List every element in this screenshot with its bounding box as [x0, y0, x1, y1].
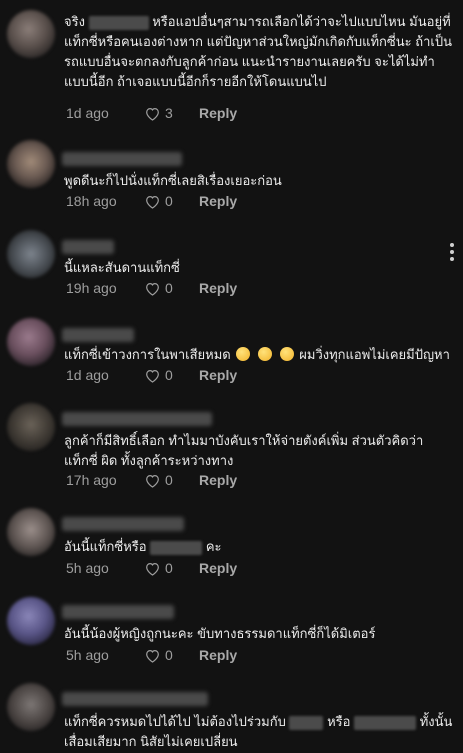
- like-count: 0: [165, 367, 173, 383]
- reply-button[interactable]: Reply: [199, 105, 237, 121]
- like-count: 0: [165, 647, 173, 663]
- like-button[interactable]: 0: [144, 560, 199, 576]
- heart-outline-icon: [146, 562, 159, 576]
- comment-meta: 1d ago 3 Reply: [66, 103, 237, 123]
- face-with-rolling-eyes-icon: [258, 347, 273, 361]
- like-count: 0: [165, 560, 173, 576]
- like-count: 3: [165, 105, 173, 121]
- comment-text: อันนี้น้องผู้หญิงถูกนะคะ ขับทางธรรมดาแท็…: [64, 626, 376, 641]
- like-button[interactable]: 0: [144, 472, 199, 488]
- heart-outline-icon: [146, 282, 159, 296]
- face-with-rolling-eyes-icon: [279, 347, 294, 361]
- avatar[interactable]: [7, 683, 55, 731]
- timestamp: 19h ago: [66, 280, 117, 296]
- timestamp: 18h ago: [66, 193, 117, 209]
- username[interactable]: [62, 412, 212, 426]
- avatar[interactable]: [7, 318, 55, 366]
- reply-button[interactable]: Reply: [199, 647, 237, 663]
- timestamp: 1d ago: [66, 105, 109, 121]
- comment-meta: 5h ago 0 Reply: [66, 645, 237, 665]
- comment-text: แท็กซี่เข้าวงการในพาเสียหมด ผมวิ่งทุกแอพ…: [64, 347, 450, 362]
- like-count: 0: [165, 472, 173, 488]
- comment-text: พูดดีนะก็ไปนั่งแท็กซี่เลยสิเรื่องเยอะก่อ…: [64, 173, 282, 188]
- username[interactable]: [62, 605, 174, 619]
- comment-meta: 1d ago 0 Reply: [66, 365, 237, 385]
- timestamp: 17h ago: [66, 472, 117, 488]
- avatar[interactable]: [7, 597, 55, 645]
- redacted-text: [289, 715, 324, 730]
- comment-meta: 19h ago 0 Reply: [66, 278, 237, 298]
- timestamp: 5h ago: [66, 560, 109, 576]
- reply-button[interactable]: Reply: [199, 560, 237, 576]
- avatar[interactable]: [7, 403, 55, 451]
- heart-outline-icon: [146, 649, 159, 663]
- like-count: 0: [165, 193, 173, 209]
- username[interactable]: [62, 517, 184, 531]
- comment-text: อันนี้แท็กซี่หรือ คะ: [64, 539, 222, 555]
- avatar[interactable]: [7, 140, 55, 188]
- timestamp: 5h ago: [66, 647, 109, 663]
- face-with-rolling-eyes-icon: [236, 347, 251, 361]
- like-button[interactable]: 0: [144, 280, 199, 296]
- reply-button[interactable]: Reply: [199, 472, 237, 488]
- avatar[interactable]: [7, 508, 55, 556]
- username[interactable]: [62, 152, 182, 166]
- redacted-text: [354, 715, 417, 730]
- comment-text: ลูกค้าก็มีสิทธิ์เลือก ทำไมมาบังคับเราให้…: [64, 433, 424, 468]
- comment-meta: 5h ago 0 Reply: [66, 558, 237, 578]
- like-button[interactable]: 0: [144, 193, 199, 209]
- heart-outline-icon: [146, 474, 159, 488]
- redacted-text: [150, 540, 203, 555]
- reply-button[interactable]: Reply: [199, 280, 237, 296]
- like-button[interactable]: 0: [144, 367, 199, 383]
- comment-meta: 17h ago 0 Reply: [66, 470, 237, 490]
- heart-outline-icon: [146, 107, 159, 121]
- like-button[interactable]: 0: [144, 647, 199, 663]
- username[interactable]: [62, 240, 114, 254]
- comment-text: แท็กซี่ควรหมดไปได้ไป ไม่ต้องไปร่วมกับ หร…: [64, 714, 453, 749]
- like-button[interactable]: 3: [144, 105, 199, 121]
- username[interactable]: [62, 692, 208, 706]
- comment-meta: 18h ago 0 Reply: [66, 191, 237, 211]
- reply-button[interactable]: Reply: [199, 193, 237, 209]
- like-count: 0: [165, 280, 173, 296]
- comment-text: นี้แหละสันดานแท็กซี่: [64, 260, 180, 275]
- username[interactable]: [62, 328, 134, 342]
- reply-button[interactable]: Reply: [199, 367, 237, 383]
- heart-outline-icon: [146, 369, 159, 383]
- timestamp: 1d ago: [66, 367, 109, 383]
- comment-text: จริง หรือแอปอื่นๆสามารถเลือกได้ว่าจะไปแบ…: [64, 14, 452, 89]
- redacted-text: [88, 15, 149, 30]
- heart-outline-icon: [146, 195, 159, 209]
- avatar[interactable]: [7, 10, 55, 58]
- avatar[interactable]: [7, 230, 55, 278]
